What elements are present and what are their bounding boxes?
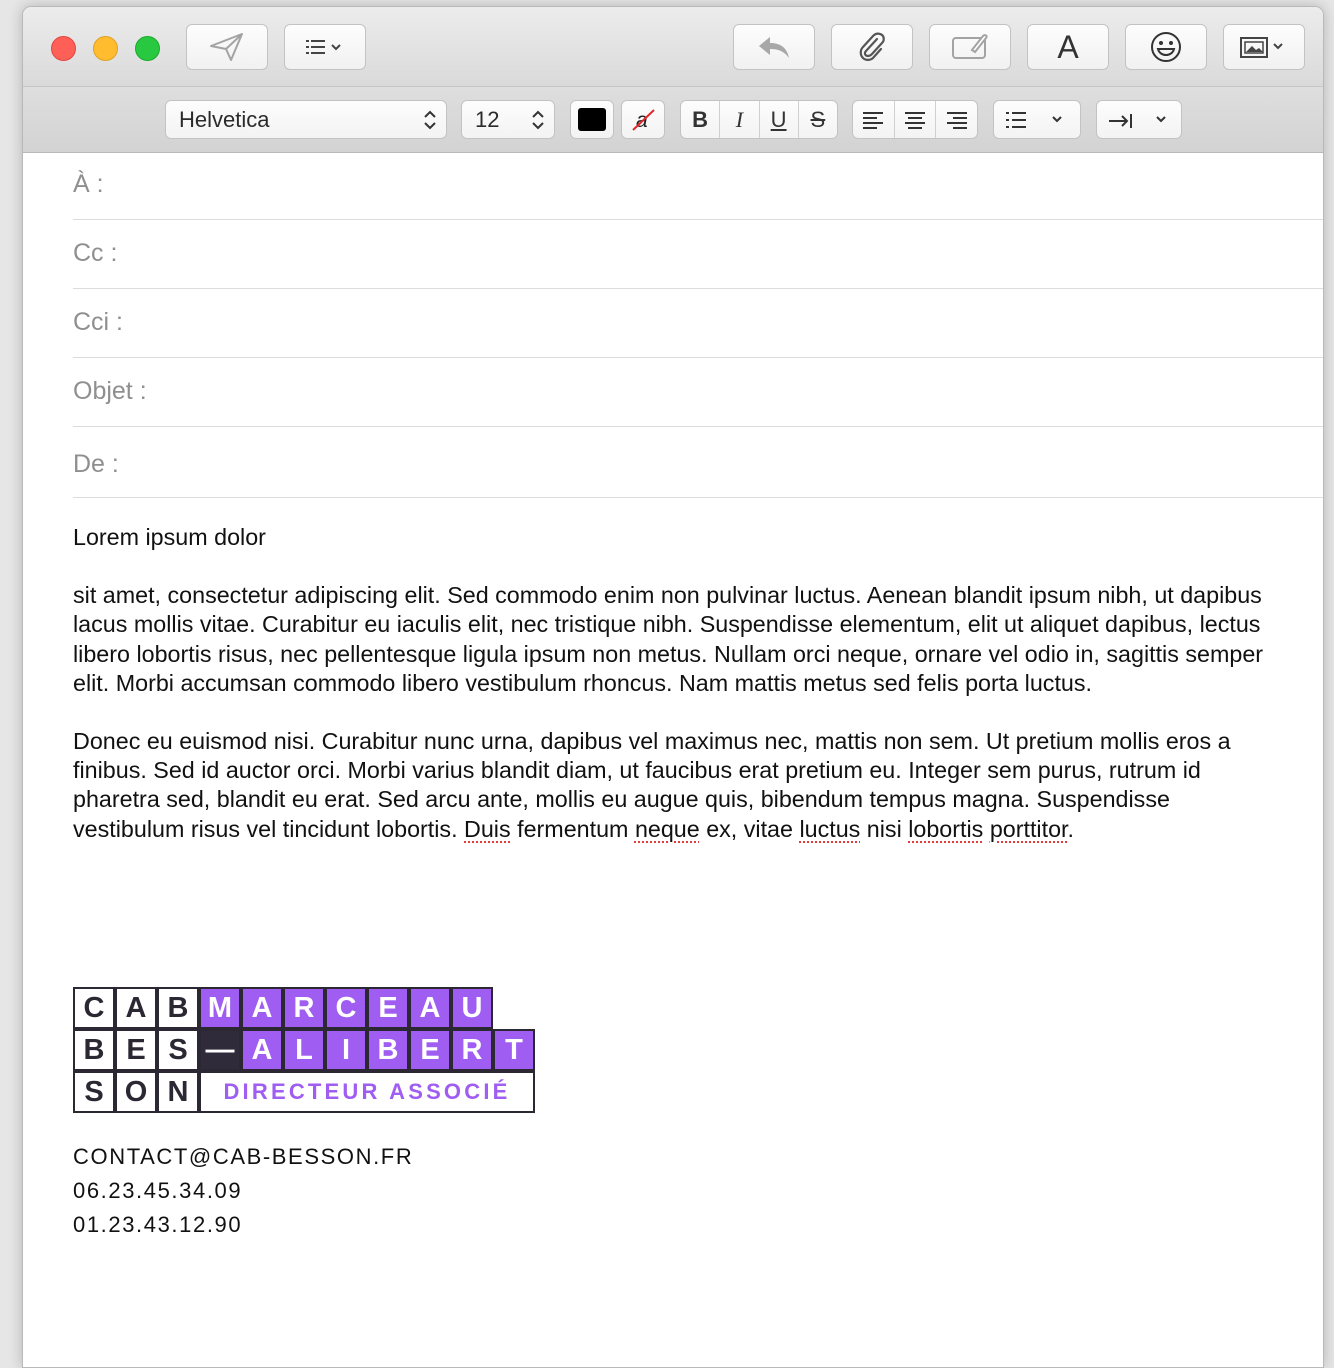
paragraph-2-text: fermentum [510, 815, 635, 842]
logo-letter: E [409, 1029, 451, 1071]
logo-letter: A [115, 987, 157, 1029]
misspelled-word[interactable]: luctus [799, 816, 860, 842]
cc-label: Cc : [73, 239, 118, 267]
markup-icon [950, 32, 990, 62]
close-window-button[interactable] [51, 36, 76, 61]
logo-letter: O [115, 1071, 157, 1113]
font-size-select[interactable]: 12 [461, 100, 555, 139]
underline-button[interactable]: U [760, 101, 799, 138]
text-style-segment: B I U S [680, 100, 838, 139]
logo-letter: M [199, 987, 241, 1029]
font-family-value: Helvetica [179, 107, 270, 132]
title-toolbar: A [23, 7, 1323, 87]
logo-dash: — [199, 1029, 241, 1071]
paragraph-2-text: ex, vitae [699, 815, 800, 842]
paragraph-2-text: . [1067, 815, 1074, 842]
strikethrough-button[interactable]: S [799, 101, 837, 138]
updown-chevron-icon [423, 108, 437, 138]
align-left-button[interactable] [853, 101, 895, 138]
format-bar: Helvetica 12 a B I U S [23, 87, 1323, 153]
align-left-icon [863, 111, 884, 129]
signature-logo: C A B M A R C E A U B E S — A L I B E R … [73, 987, 539, 1115]
italic-button[interactable]: I [720, 101, 760, 138]
markup-button[interactable] [929, 24, 1011, 70]
zoom-window-button[interactable] [135, 36, 160, 61]
attach-button[interactable] [831, 24, 913, 70]
logo-letter: S [73, 1071, 115, 1113]
background-color-button[interactable]: a [621, 100, 665, 139]
subject-field[interactable]: Objet : [73, 359, 1323, 427]
no-background-color-icon: a [628, 106, 658, 140]
logo-letter: U [451, 987, 493, 1029]
logo-letter: S [157, 1029, 199, 1071]
to-field[interactable]: À : [73, 152, 1323, 220]
reply-button[interactable] [733, 24, 815, 70]
logo-letter: B [367, 1029, 409, 1071]
paper-plane-icon [209, 32, 245, 62]
misspelled-word[interactable]: Duis [464, 816, 511, 842]
logo-letter: A [241, 1029, 283, 1071]
logo-letter: A [241, 987, 283, 1029]
bcc-field[interactable]: Cci : [73, 290, 1323, 358]
format-toggle-button[interactable]: A [1027, 24, 1109, 70]
bold-button[interactable]: B [681, 101, 721, 138]
photo-browser-icon [1237, 33, 1291, 61]
logo-letter: E [367, 987, 409, 1029]
paragraph-2-text: nisi [860, 815, 909, 842]
emoji-button[interactable] [1125, 24, 1207, 70]
logo-letter: L [283, 1029, 325, 1071]
minimize-window-button[interactable] [93, 36, 118, 61]
font-size-value: 12 [475, 107, 500, 132]
logo-letter: E [115, 1029, 157, 1071]
font-family-select[interactable]: Helvetica [165, 100, 447, 139]
logo-letter: T [493, 1029, 535, 1071]
misspelled-word[interactable]: lobortis [908, 816, 983, 842]
logo-letter: B [157, 987, 199, 1029]
align-right-icon [946, 111, 967, 129]
reply-arrow-icon [756, 33, 792, 61]
body-paragraph-1: sit amet, consectetur adipiscing elit. S… [73, 582, 1264, 696]
logo-letter: N [157, 1071, 199, 1113]
send-button[interactable] [186, 24, 268, 70]
misspelled-word[interactable]: neque [635, 816, 700, 842]
indent-icon [1107, 108, 1177, 138]
logo-letter: R [451, 1029, 493, 1071]
alignment-segment [852, 100, 978, 139]
logo-letter: I [325, 1029, 367, 1071]
from-label: De : [73, 450, 119, 478]
align-right-button[interactable] [936, 101, 977, 138]
signature-phone-office: 01.23.43.12.90 [73, 1212, 243, 1237]
align-center-icon [905, 111, 925, 129]
greeting-line: Lorem ipsum dolor [73, 524, 266, 550]
signature-email[interactable]: CONTACT@CAB-BESSON.FR [73, 1144, 413, 1170]
bcc-label: Cci : [73, 308, 123, 336]
text-color-swatch [578, 108, 606, 131]
logo-letter: B [73, 1029, 115, 1071]
subject-label: Objet : [73, 377, 147, 405]
from-field[interactable]: De : [73, 428, 1323, 498]
cc-field[interactable]: Cc : [73, 221, 1323, 289]
body-paragraph-2: Donec eu euismod nisi. Curabitur nunc ur… [73, 727, 1283, 844]
misspelled-word[interactable]: porttitor [990, 816, 1068, 842]
header-fields-menu-button[interactable] [284, 24, 366, 70]
updown-chevron-icon [531, 108, 545, 138]
indent-select[interactable] [1096, 100, 1182, 139]
photo-browser-button[interactable] [1223, 24, 1305, 70]
paperclip-icon [857, 31, 887, 63]
logo-letter: C [73, 987, 115, 1029]
align-center-button[interactable] [895, 101, 937, 138]
list-icon [300, 36, 350, 58]
logo-letter: C [325, 987, 367, 1029]
to-label: À : [73, 170, 104, 198]
signature-phone-mobile: 06.23.45.34.09 [73, 1178, 243, 1203]
message-body[interactable]: Lorem ipsum dolor sit amet, consectetur … [73, 523, 1283, 844]
bulleted-list-icon [1004, 108, 1074, 138]
logo-letter: R [283, 987, 325, 1029]
signature-role: DIRECTEUR ASSOCIÉ [199, 1071, 535, 1113]
list-style-select[interactable] [993, 100, 1081, 139]
compose-window: A Helvetica 12 B I U S À: Cc: Cci: Ob… [22, 6, 1324, 1368]
logo-letter: A [409, 987, 451, 1029]
text-color-button[interactable] [570, 100, 614, 139]
smiley-icon [1149, 30, 1183, 64]
